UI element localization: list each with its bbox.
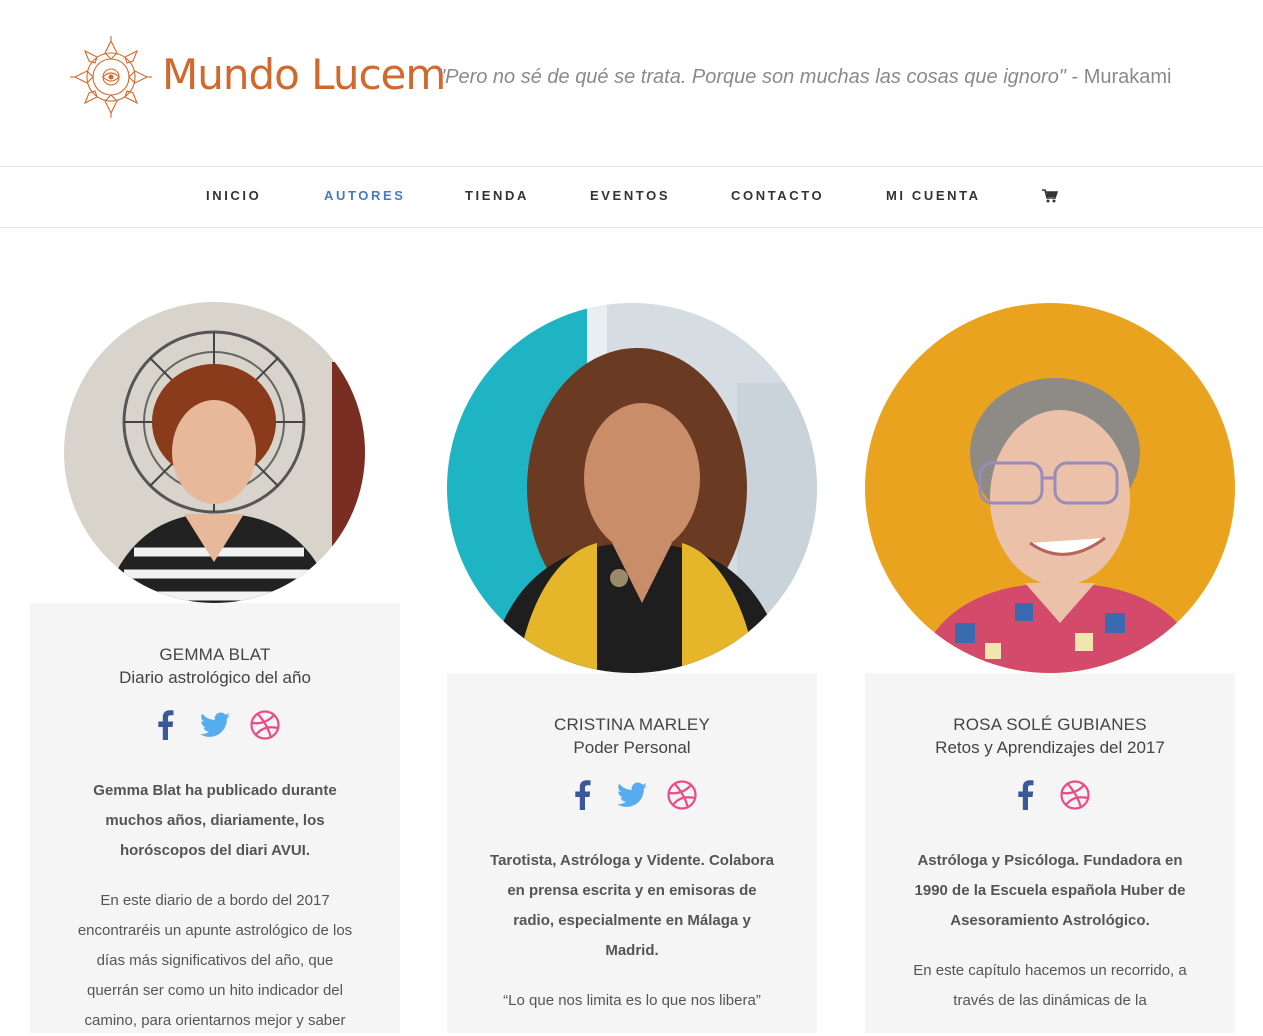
author-description: En este capítulo hacemos un recorrido, a… (913, 962, 1187, 1009)
facebook-icon[interactable] (1010, 779, 1040, 811)
dribbble-icon[interactable] (667, 779, 697, 811)
photo-placeholder (865, 303, 1235, 673)
author-card-cristina-marley: CRISTINA MARLEY Poder Personal Tarotista… (447, 673, 817, 1033)
twitter-icon[interactable] (200, 709, 230, 741)
facebook-icon[interactable] (150, 709, 180, 741)
logo-text: Mundo Lucem (162, 50, 446, 99)
nav-tienda[interactable]: TIENDA (465, 188, 529, 203)
author-bio: Tarotista, Astróloga y Vidente. Colabora… (490, 852, 774, 959)
twitter-icon[interactable] (617, 779, 647, 811)
author-social-links (865, 779, 1235, 811)
author-name: ROSA SOLÉ GUBIANES (953, 715, 1147, 734)
site-logo[interactable]: Mundo Lucem (70, 36, 446, 118)
author-name: CRISTINA MARLEY (553, 715, 711, 734)
header-quote: "Pero no sé de qué se trata. Porque son … (438, 66, 1172, 89)
author-description: En este diario de a bordo del 2017 encon… (77, 892, 353, 1029)
nav-autores[interactable]: AUTORES (324, 188, 406, 203)
site-header: Mundo Lucem "Pero no sé de qué se trata.… (0, 0, 1263, 167)
author-social-links (30, 709, 400, 741)
author-description: “Lo que nos limita es lo que nos libera” (503, 992, 761, 1009)
author-social-links (447, 779, 817, 811)
author-book-title[interactable]: Diario astrológico del año (30, 668, 400, 688)
photo-placeholder (447, 303, 817, 673)
quote-author: - Murakami (1065, 66, 1172, 88)
photo-placeholder (64, 302, 365, 603)
author-card-gemma-blat: GEMMA BLAT Diario astrológico del año Ge… (30, 603, 400, 1033)
quote-text: "Pero no sé de qué se trata. Porque son … (438, 66, 1066, 88)
nav-contacto[interactable]: CONTACTO (731, 188, 824, 203)
author-bio: Gemma Blat ha publicado durante muchos a… (93, 782, 337, 859)
author-photo-cristina-marley (447, 303, 817, 673)
dribbble-icon[interactable] (1060, 779, 1090, 811)
shopping-cart-icon[interactable] (1042, 189, 1058, 203)
mandala-logo-icon (70, 36, 152, 118)
author-book-title[interactable]: Retos y Aprendizajes del 2017 (865, 738, 1235, 758)
author-photo-gemma-blat (64, 302, 365, 603)
nav-inicio[interactable]: INICIO (206, 188, 261, 203)
author-photo-rosa-sole-gubianes (865, 303, 1235, 673)
author-bio: Astróloga y Psicóloga. Fundadora en 1990… (914, 852, 1186, 929)
author-card-rosa-sole-gubianes: ROSA SOLÉ GUBIANES Retos y Aprendizajes … (865, 673, 1235, 1033)
dribbble-icon[interactable] (250, 709, 280, 741)
author-name: GEMMA BLAT (159, 645, 271, 664)
facebook-icon[interactable] (567, 779, 597, 811)
main-navigation: INICIO AUTORES TIENDA EVENTOS CONTACTO M… (0, 167, 1263, 228)
nav-mi-cuenta[interactable]: MI CUENTA (886, 188, 981, 203)
author-book-title[interactable]: Poder Personal (447, 738, 817, 758)
nav-eventos[interactable]: EVENTOS (590, 188, 670, 203)
